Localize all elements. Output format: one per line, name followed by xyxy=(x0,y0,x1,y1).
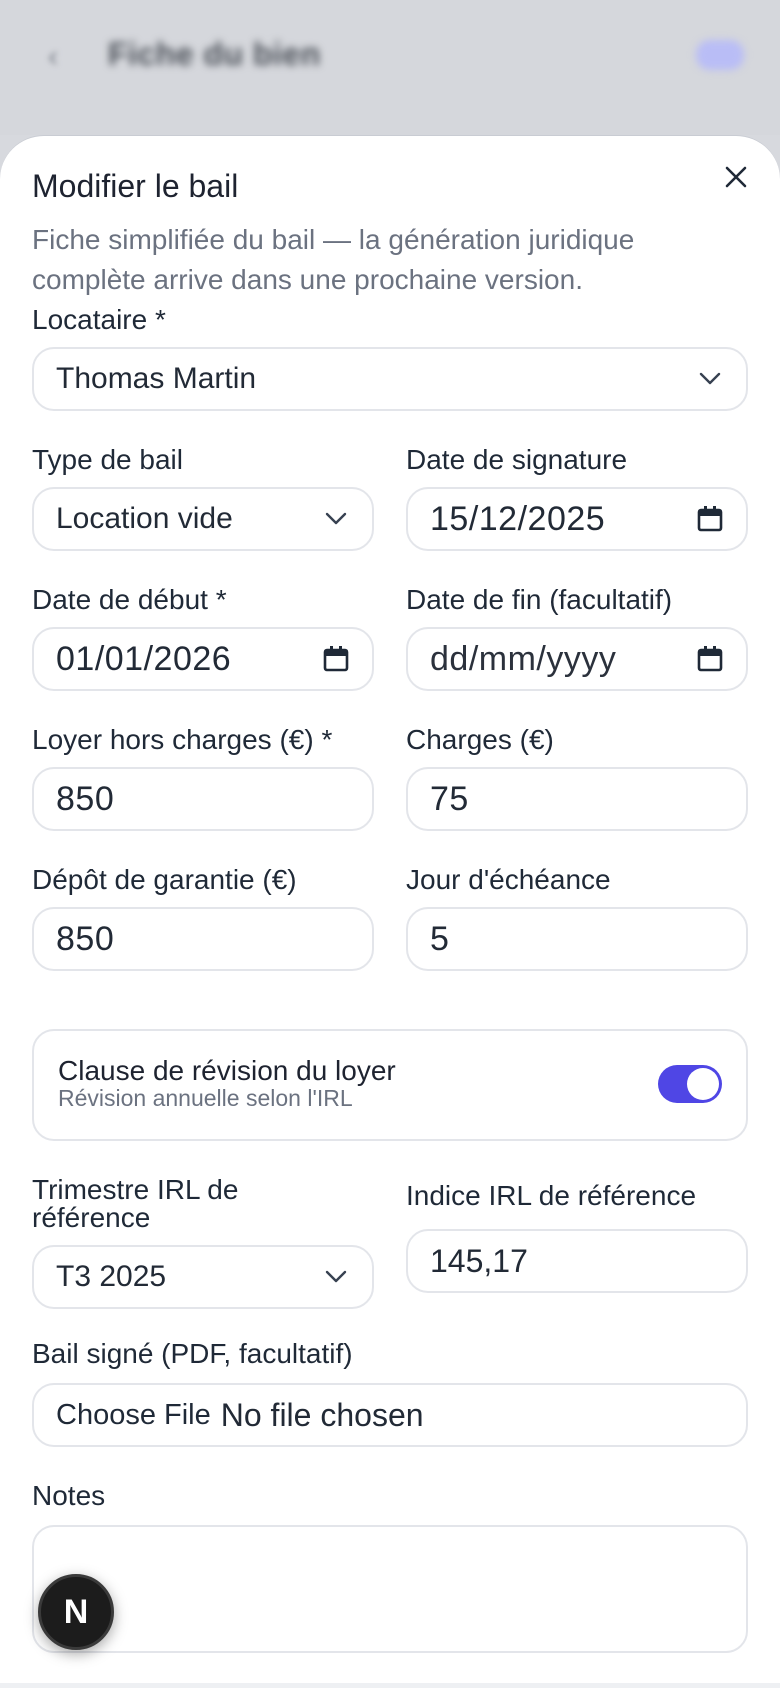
tenant-select[interactable]: Thomas Martin xyxy=(32,347,748,411)
charges-input[interactable]: 75 xyxy=(406,767,748,831)
irl-index-label: Indice IRL de référence xyxy=(406,1180,697,1211)
deposit-value: 850 xyxy=(56,919,115,958)
rent-value: 850 xyxy=(56,779,115,818)
end-date-input[interactable]: dd/mm/yyyy xyxy=(406,627,748,691)
irl-quarter-label: Trimestre IRL de référence xyxy=(32,1174,239,1233)
end-date-placeholder: dd/mm/yyyy xyxy=(430,639,617,678)
chevron-down-icon xyxy=(696,365,724,393)
rent-input[interactable]: 850 xyxy=(32,767,374,831)
rent-label: Loyer hors charges (€) * xyxy=(32,724,333,755)
revision-clause-toggle[interactable] xyxy=(658,1065,722,1103)
bottom-divider xyxy=(0,1683,780,1688)
charges-label: Charges (€) xyxy=(406,724,554,755)
end-date-label: Date de fin (facultatif) xyxy=(406,584,673,615)
charges-value: 75 xyxy=(430,779,469,818)
signature-date-input[interactable]: 15/12/2025 xyxy=(406,487,748,551)
tenant-label: Locataire * xyxy=(32,304,166,335)
signed-lease-file-input[interactable]: Choose File No file chosen xyxy=(32,1383,748,1447)
tenant-value: Thomas Martin xyxy=(56,362,257,395)
deposit-label: Dépôt de garantie (€) xyxy=(32,864,297,895)
due-day-value: 5 xyxy=(430,919,450,958)
notes-textarea[interactable] xyxy=(32,1525,748,1653)
calendar-icon[interactable] xyxy=(322,645,350,673)
irl-index-input[interactable]: 145,17 xyxy=(406,1229,748,1293)
notes-label: Notes xyxy=(32,1480,106,1511)
sheet-description: Fiche simplifiée du bail — la génération… xyxy=(32,224,635,295)
badge-letter: N xyxy=(63,1592,89,1631)
lease-type-label: Type de bail xyxy=(32,444,183,475)
signature-date-value: 15/12/2025 xyxy=(430,499,606,538)
calendar-icon[interactable] xyxy=(696,645,724,673)
back-chevron-icon: ‹ xyxy=(48,40,58,73)
revision-clause-card: Clause de révision du loyer Révision ann… xyxy=(32,1029,748,1141)
lease-type-select[interactable]: Location vide xyxy=(32,487,374,551)
deposit-input[interactable]: 850 xyxy=(32,907,374,971)
dev-tools-badge[interactable]: N xyxy=(38,1574,114,1650)
revision-clause-title: Clause de révision du loyer xyxy=(58,1055,396,1086)
irl-quarter-select[interactable]: T3 2025 xyxy=(32,1245,374,1309)
background-action-pill xyxy=(696,40,744,70)
background-header: ‹ Fiche du bien xyxy=(0,0,780,135)
start-date-input[interactable]: 01/01/2026 xyxy=(32,627,374,691)
sheet-title: Modifier le bail xyxy=(32,168,239,204)
edit-lease-sheet: Modifier le bail Fiche simplifiée du bai… xyxy=(0,135,780,1688)
background-title: Fiche du bien xyxy=(108,36,321,72)
calendar-icon[interactable] xyxy=(696,505,724,533)
irl-quarter-value: T3 2025 xyxy=(56,1260,167,1293)
due-day-label: Jour d'échéance xyxy=(406,864,611,895)
toggle-knob xyxy=(687,1068,719,1100)
close-icon[interactable] xyxy=(720,164,752,196)
file-status: No file chosen xyxy=(220,1396,424,1433)
signed-lease-label: Bail signé (PDF, facultatif) xyxy=(32,1338,353,1369)
choose-file-button[interactable]: Choose File xyxy=(56,1399,211,1432)
due-day-input[interactable]: 5 xyxy=(406,907,748,971)
signature-date-label: Date de signature xyxy=(406,444,628,475)
start-date-label: Date de début * xyxy=(32,584,227,615)
start-date-value: 01/01/2026 xyxy=(56,639,232,678)
lease-type-value: Location vide xyxy=(56,502,233,535)
chevron-down-icon xyxy=(322,1263,350,1291)
chevron-down-icon xyxy=(322,505,350,533)
irl-index-value: 145,17 xyxy=(430,1242,528,1279)
revision-clause-subtitle: Révision annuelle selon l'IRL xyxy=(58,1085,353,1111)
